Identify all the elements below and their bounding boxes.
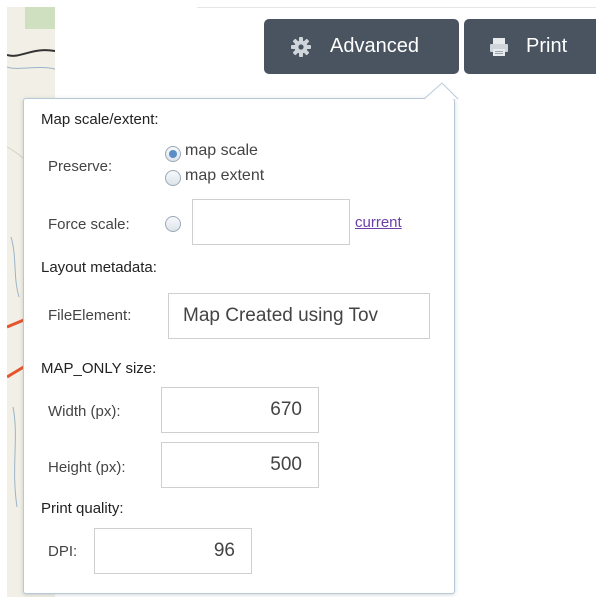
- file-element-input[interactable]: Map Created using Tov: [168, 293, 430, 339]
- width-label: Width (px):: [48, 403, 121, 420]
- dpi-input[interactable]: 96: [94, 528, 252, 574]
- map-scale-radio[interactable]: [165, 146, 181, 162]
- advanced-button[interactable]: Advanced: [264, 19, 459, 74]
- map-only-size-title: MAP_ONLY size:: [41, 360, 157, 377]
- file-element-label: FileElement:: [48, 307, 132, 324]
- top-divider: [197, 7, 596, 8]
- current-scale-link[interactable]: current: [355, 214, 402, 231]
- height-label: Height (px):: [48, 459, 126, 476]
- force-scale-label: Force scale:: [48, 216, 130, 233]
- gear-icon: [290, 36, 312, 58]
- preserve-label: Preserve:: [48, 158, 113, 175]
- map-scale-radio-label[interactable]: map scale: [185, 142, 258, 160]
- printer-icon: [488, 36, 510, 58]
- map-extent-radio[interactable]: [165, 170, 181, 186]
- print-button[interactable]: Print: [464, 19, 596, 74]
- advanced-options-panel: Map scale/extent: Preserve: map scale ma…: [23, 98, 455, 594]
- map-scale-extent-title: Map scale/extent:: [41, 111, 159, 128]
- height-input[interactable]: 500: [161, 442, 319, 488]
- layout-metadata-title: Layout metadata:: [41, 259, 157, 276]
- print-button-label: Print: [526, 35, 568, 57]
- advanced-button-label: Advanced: [330, 35, 419, 57]
- width-input[interactable]: 670: [161, 387, 319, 433]
- map-extent-radio-label[interactable]: map extent: [185, 167, 264, 185]
- dpi-label: DPI:: [48, 543, 78, 560]
- force-scale-radio[interactable]: [165, 216, 181, 232]
- print-quality-title: Print quality:: [41, 500, 124, 517]
- force-scale-input[interactable]: [192, 199, 350, 245]
